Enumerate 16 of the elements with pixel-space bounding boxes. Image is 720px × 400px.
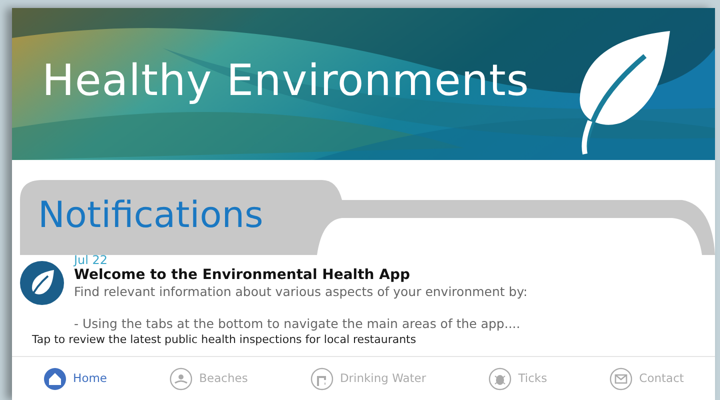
bug-icon bbox=[488, 366, 512, 390]
tab[interactable]: Ticks bbox=[484, 364, 552, 392]
mail-icon bbox=[609, 366, 634, 390]
notification-title: Welcome to the Environmental Health App bbox=[74, 267, 411, 284]
tab[interactable]: Contact bbox=[605, 364, 688, 392]
tab[interactable]: Home bbox=[39, 364, 112, 392]
notification-date: Jul 22 bbox=[74, 253, 109, 267]
leaf-icon bbox=[20, 261, 64, 305]
section-title: Notifications bbox=[37, 194, 264, 238]
tab[interactable]: Beaches bbox=[165, 364, 252, 392]
home-icon bbox=[43, 366, 68, 390]
tab[interactable]: Drinking Water bbox=[306, 364, 430, 392]
notification-text: - Using the tabs at the bottom to navigate the main areas of the app.... bbox=[74, 316, 522, 332]
notification-text: Tap to review the latest public health inspections for local restaurants bbox=[31, 334, 418, 346]
notification-text: Find relevant information about various aspects of your environment by: bbox=[74, 284, 528, 300]
app-title: Healthy Environments bbox=[41, 55, 530, 108]
